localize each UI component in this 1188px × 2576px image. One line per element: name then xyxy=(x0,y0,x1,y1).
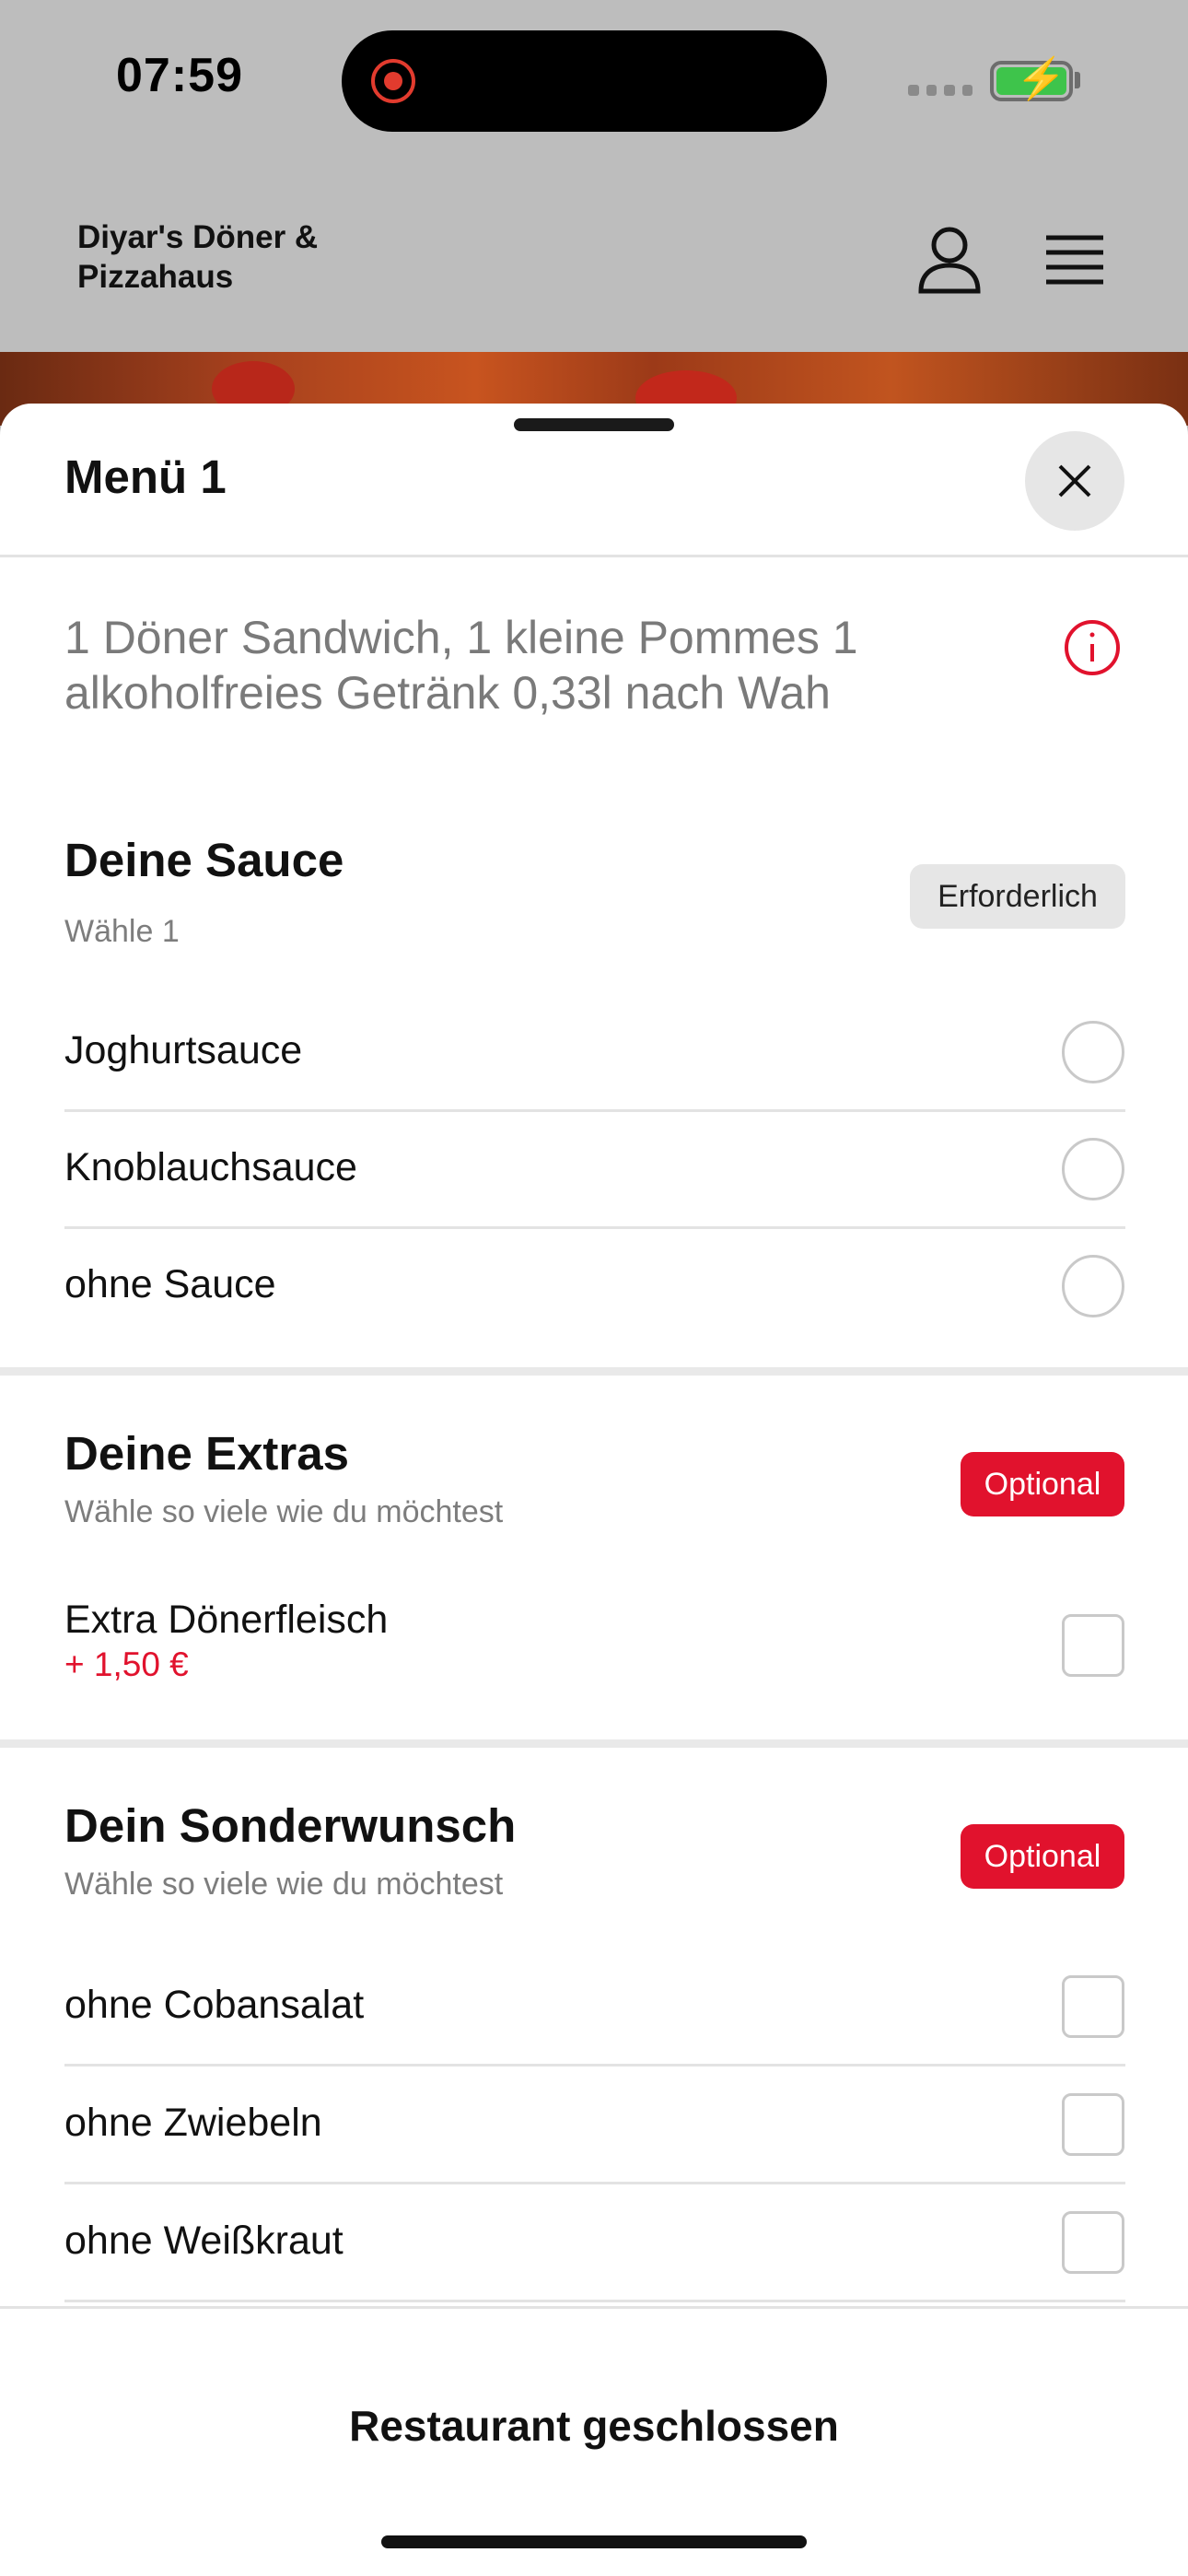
hamburger-menu-icon[interactable] xyxy=(1044,232,1105,287)
close-icon xyxy=(1058,464,1091,498)
group-subtitle-sonderwunsch: Wähle so viele wie du möchtest xyxy=(64,1867,504,1902)
divider xyxy=(0,555,1188,557)
home-indicator[interactable] xyxy=(381,2535,807,2548)
checkbox[interactable] xyxy=(1062,1975,1124,2038)
option-label: ohne Zwiebeln xyxy=(64,2101,322,2145)
divider xyxy=(64,2182,1125,2184)
user-icon[interactable] xyxy=(917,225,982,295)
app-header: Diyar's Döner & Pizzahaus xyxy=(0,166,1188,352)
sheet-title: Menü 1 xyxy=(64,451,227,503)
product-description: 1 Döner Sandwich, 1 kleine Pommes 1 alko… xyxy=(64,612,858,719)
section-divider xyxy=(0,1367,1188,1376)
option-price: + 1,50 € xyxy=(64,1645,189,1683)
divider xyxy=(64,1226,1125,1229)
checkbox[interactable] xyxy=(1062,2093,1124,2156)
restaurant-name[interactable]: Diyar's Döner & Pizzahaus xyxy=(77,217,464,297)
charging-bolt-icon: ⚡ xyxy=(1016,56,1066,101)
radio-button[interactable] xyxy=(1062,1255,1124,1317)
divider xyxy=(64,2064,1125,2067)
option-label: Extra Dönerfleisch xyxy=(64,1598,389,1642)
group-title-extras: Deine Extras xyxy=(64,1427,349,1480)
group-subtitle-extras: Wähle so viele wie du möchtest xyxy=(64,1494,504,1529)
required-badge: Erforderlich xyxy=(910,864,1125,929)
product-options-sheet: Menü 1 1 Döner Sandwich, 1 kleine Pommes… xyxy=(0,404,1188,2576)
sheet-grabber[interactable] xyxy=(514,418,674,431)
option-ohne-sauce[interactable]: ohne Sauce xyxy=(64,1255,1125,1319)
status-bar: 07:59 ⚡ xyxy=(0,0,1188,166)
option-joghurtsauce[interactable]: Joghurtsauce xyxy=(64,1021,1125,1085)
radio-button[interactable] xyxy=(1062,1021,1124,1083)
divider xyxy=(64,2300,1125,2302)
recording-indicator-icon xyxy=(371,59,415,103)
battery-icon: ⚡ xyxy=(990,56,1073,101)
checkbox[interactable] xyxy=(1062,2211,1124,2274)
restaurant-closed-label: Restaurant geschlossen xyxy=(349,2402,839,2450)
option-label: Joghurtsauce xyxy=(64,1028,303,1072)
status-time: 07:59 xyxy=(116,49,243,102)
option-label: ohne Cobansalat xyxy=(64,1983,365,2027)
divider xyxy=(64,1109,1125,1112)
checkbox[interactable] xyxy=(1062,1614,1124,1677)
group-title-sauce: Deine Sauce xyxy=(64,834,344,886)
dynamic-island xyxy=(342,30,827,132)
option-extra-doenerfleisch[interactable]: Extra Dönerfleisch + 1,50 € xyxy=(64,1598,1125,1693)
option-knoblauchsauce[interactable]: Knoblauchsauce xyxy=(64,1138,1125,1202)
optional-badge: Optional xyxy=(961,1824,1124,1889)
group-title-sonderwunsch: Dein Sonderwunsch xyxy=(64,1799,517,1852)
option-label: ohne Sauce xyxy=(64,1262,276,1306)
option-ohne-zwiebeln[interactable]: ohne Zwiebeln xyxy=(64,2093,1125,2158)
group-subtitle-sauce: Wähle 1 xyxy=(64,914,180,949)
radio-button[interactable] xyxy=(1062,1138,1124,1200)
option-label: Knoblauchsauce xyxy=(64,1145,357,1189)
section-divider xyxy=(0,1739,1188,1748)
info-icon[interactable] xyxy=(1064,619,1121,676)
option-ohne-cobansalat[interactable]: ohne Cobansalat xyxy=(64,1975,1125,2040)
optional-badge: Optional xyxy=(961,1452,1124,1516)
option-ohne-weisskraut[interactable]: ohne Weißkraut xyxy=(64,2211,1125,2276)
signal-icon xyxy=(908,85,973,98)
option-label: ohne Weißkraut xyxy=(64,2219,344,2263)
close-button[interactable] xyxy=(1025,431,1124,531)
